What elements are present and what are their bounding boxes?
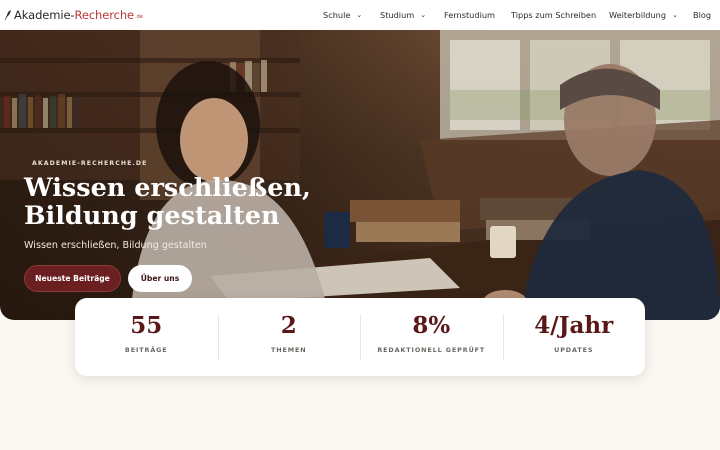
- nav-label: Studium: [380, 10, 415, 20]
- nav-item-studium[interactable]: Studium ⌄: [380, 0, 426, 30]
- hero-title-line-1: Wissen erschließen,: [24, 173, 311, 203]
- stat-value: 4/Jahr: [534, 312, 614, 339]
- hero-subtitle: Wissen erschließen, Bildung gestalten: [24, 240, 207, 251]
- logo-text-tld: .de: [134, 14, 143, 20]
- nav-label: Schule: [323, 10, 351, 20]
- stat-updates: 4/Jahr UPDATES: [502, 298, 646, 376]
- nav-label: Tipps zum Schreiben: [511, 10, 597, 20]
- stat-value: 55: [130, 312, 163, 339]
- latest-posts-button[interactable]: Neueste Beiträge: [24, 265, 121, 292]
- stat-topics: 2 THEMEN: [217, 298, 361, 376]
- hero-title-line-2: Bildung gestalten: [24, 201, 280, 231]
- stat-posts: 55 BEITRÄGE: [75, 298, 218, 376]
- hero-title: Wissen erschließen, Bildung gestalten: [24, 174, 354, 230]
- nav-label: Weiterbildung: [609, 10, 667, 20]
- about-us-button[interactable]: Über uns: [128, 265, 192, 292]
- nav-label: Blog: [693, 10, 712, 20]
- stat-label: BEITRÄGE: [124, 346, 168, 354]
- nav-item-weiterbildung[interactable]: Weiterbildung ⌄: [609, 0, 678, 30]
- site-header: Akademie- Recherche .de Schule ⌄ Studium…: [0, 0, 720, 30]
- hero-eyebrow: AKADEMIE-RECHERCHE.DE: [32, 160, 148, 167]
- nav-label: Fernstudium: [444, 10, 496, 20]
- stat-label: UPDATES: [554, 346, 594, 354]
- chevron-down-icon: ⌄: [420, 11, 427, 19]
- stat-label: THEMEN: [270, 346, 307, 354]
- stat-value: 8%: [412, 312, 451, 339]
- stats-card: 55 BEITRÄGE 2 THEMEN 8% REDAKTIONELL GEP…: [75, 298, 645, 376]
- hero-section: AKADEMIE-RECHERCHE.DE Wissen erschließen…: [0, 30, 720, 320]
- logo-text-main: Akademie-: [14, 8, 75, 22]
- quill-icon: [4, 10, 11, 21]
- nav-item-tipps[interactable]: Tipps zum Schreiben: [511, 0, 596, 30]
- stat-reviewed: 8% REDAKTIONELL GEPRÜFT: [360, 298, 503, 376]
- chevron-down-icon: ⌄: [356, 11, 363, 19]
- site-logo[interactable]: Akademie- Recherche .de: [4, 7, 143, 23]
- nav-item-schule[interactable]: Schule ⌄: [323, 0, 362, 30]
- logo-text-accent: Recherche: [74, 8, 134, 22]
- stat-value: 2: [280, 312, 297, 339]
- chevron-down-icon: ⌄: [672, 11, 678, 19]
- nav-item-blog[interactable]: Blog: [693, 0, 711, 30]
- nav-item-fernstudium[interactable]: Fernstudium: [444, 0, 495, 30]
- stat-label: REDAKTIONELL GEPRÜFT: [377, 346, 486, 354]
